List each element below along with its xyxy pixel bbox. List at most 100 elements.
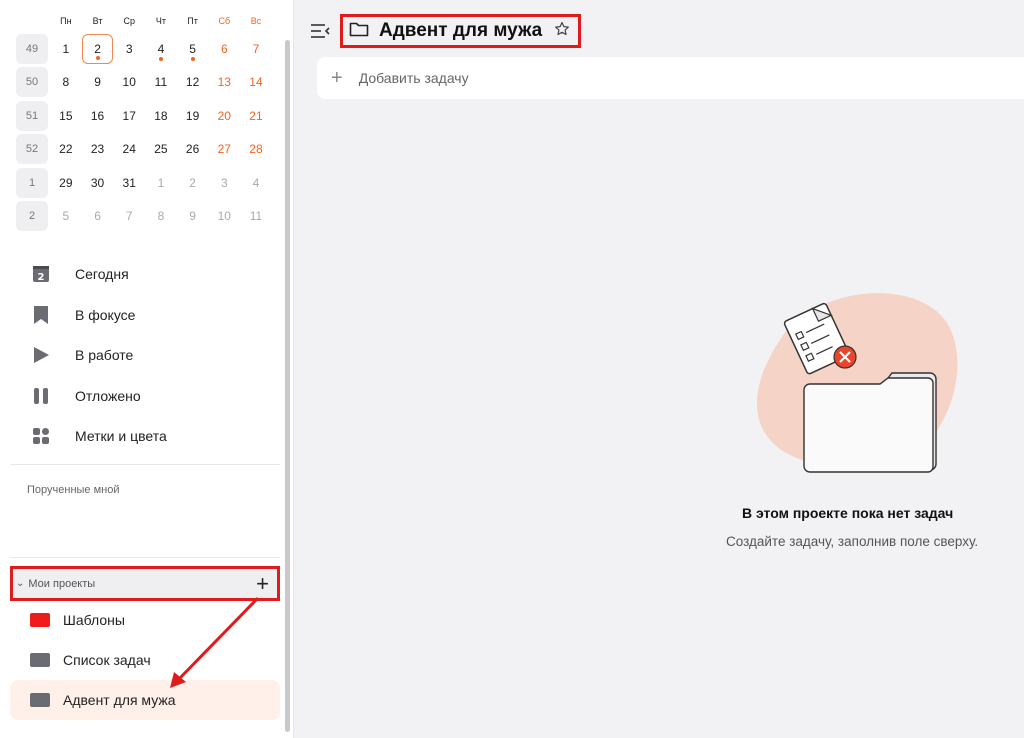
- calendar-day[interactable]: 20: [208, 101, 240, 131]
- empty-state-subtitle: Создайте задачу, заполнив поле сверху.: [726, 534, 979, 549]
- calendar-day[interactable]: 6: [208, 34, 240, 64]
- calendar-day[interactable]: 1: [145, 168, 177, 198]
- calendar-day-label: 2: [94, 41, 101, 56]
- calendar-day[interactable]: 9: [177, 201, 209, 231]
- nav-item-label: В фокусе: [75, 306, 136, 323]
- calendar-week: 49 1 2 3 4 5 6 7: [16, 32, 276, 66]
- calendar-day[interactable]: 16: [82, 101, 114, 131]
- nav-item-tags[interactable]: Метки и цвета: [18, 416, 278, 457]
- calendar-today-icon: 2: [30, 263, 52, 285]
- project-label: Шаблоны: [63, 612, 125, 628]
- calendar-day[interactable]: 11: [240, 201, 272, 231]
- week-number[interactable]: 50: [16, 67, 48, 98]
- calendar-week: 51 15 16 17 18 19 20 21: [16, 99, 276, 133]
- calendar-day[interactable]: 11: [145, 67, 177, 97]
- nav-item-postponed[interactable]: Отложено: [18, 376, 278, 417]
- calendar-day[interactable]: 26: [177, 134, 209, 164]
- calendar-week: 1 29 30 31 1 2 3 4: [16, 166, 276, 200]
- calendar-day[interactable]: 12: [177, 67, 209, 97]
- weekday-label: Сб: [218, 16, 231, 26]
- calendar-week: 2 5 6 7 8 9 10 11: [16, 200, 276, 234]
- calendar-day[interactable]: 23: [82, 134, 114, 164]
- nav-item-today[interactable]: 2 Сегодня: [18, 254, 278, 295]
- nav-item-in-progress[interactable]: В работе: [18, 335, 278, 376]
- folder-icon: [30, 613, 50, 627]
- empty-project-illustration: [756, 293, 958, 473]
- calendar-day[interactable]: 10: [208, 201, 240, 231]
- calendar-day[interactable]: 2: [177, 168, 209, 198]
- calendar-day[interactable]: 5: [177, 34, 209, 64]
- calendar-day-today[interactable]: 2: [81, 33, 114, 64]
- calendar-day-label: 5: [189, 41, 196, 56]
- chevron-down-icon[interactable]: ⌄: [16, 578, 24, 589]
- week-number[interactable]: 2: [16, 201, 48, 232]
- calendar-day[interactable]: 7: [240, 34, 272, 64]
- calendar-day[interactable]: 3: [113, 34, 145, 64]
- bookmark-icon: [30, 304, 52, 326]
- calendar-day[interactable]: 24: [113, 134, 145, 164]
- calendar-day[interactable]: 27: [208, 134, 240, 164]
- week-number[interactable]: 52: [16, 134, 48, 165]
- calendar-day[interactable]: 8: [145, 201, 177, 231]
- calendar-day[interactable]: 15: [50, 101, 82, 131]
- folder-icon: [30, 653, 50, 667]
- svg-text:2: 2: [38, 272, 45, 283]
- sidebar-scrollbar[interactable]: [285, 40, 290, 732]
- project-label: Список задач: [63, 652, 151, 668]
- calendar-day[interactable]: 19: [177, 101, 209, 131]
- nav-item-label: Отложено: [75, 387, 141, 404]
- calendar-day[interactable]: 18: [145, 101, 177, 131]
- calendar-day[interactable]: 29: [50, 168, 82, 198]
- project-item-templates[interactable]: Шаблоны: [10, 600, 280, 640]
- folder-icon: [349, 21, 369, 42]
- calendar-day[interactable]: 10: [113, 67, 145, 97]
- star-icon[interactable]: [554, 21, 570, 42]
- add-project-button[interactable]: +: [256, 572, 269, 595]
- nav-item-label: Сегодня: [75, 266, 129, 283]
- calendar-day[interactable]: 22: [50, 134, 82, 164]
- projects-section-header[interactable]: ⌄ Мои проекты +: [10, 566, 280, 601]
- calendar-day[interactable]: 21: [240, 101, 272, 131]
- sidebar-divider: [10, 464, 280, 465]
- calendar-day[interactable]: 5: [50, 201, 82, 231]
- calendar-day[interactable]: 31: [113, 168, 145, 198]
- calendar-day[interactable]: 9: [82, 67, 114, 97]
- calendar-day[interactable]: 8: [50, 67, 82, 97]
- empty-state-title: В этом проекте пока нет задач: [742, 505, 954, 521]
- plus-icon: +: [331, 66, 343, 89]
- collapse-sidebar-icon[interactable]: [310, 23, 330, 39]
- add-task-input[interactable]: + Добавить задачу: [317, 57, 1024, 99]
- sidebar-nav: 2 Сегодня В фокусе В работе Отложено Мет…: [18, 254, 278, 457]
- project-item-advent[interactable]: Адвент для мужа: [10, 680, 280, 720]
- pause-icon: [30, 385, 52, 407]
- calendar-day[interactable]: 28: [240, 134, 272, 164]
- calendar-day[interactable]: 3: [208, 168, 240, 198]
- weekday-label: Ср: [123, 16, 135, 26]
- projects-section-label: Мои проекты: [28, 577, 96, 590]
- calendar-weekday-header: Пн Вт Ср Чт Пт Сб Вс: [16, 10, 276, 32]
- week-number[interactable]: 49: [16, 33, 48, 64]
- calendar-day[interactable]: 30: [82, 168, 114, 198]
- folder-icon: [30, 693, 50, 707]
- calendar-day[interactable]: 14: [240, 67, 272, 97]
- project-label: Адвент для мужа: [63, 692, 176, 708]
- mini-calendar: Пн Вт Ср Чт Пт Сб Вс 49 1 2 3 4 5 6 7 50…: [16, 10, 276, 233]
- calendar-day[interactable]: 4: [240, 168, 272, 198]
- calendar-day[interactable]: 13: [208, 67, 240, 97]
- week-number[interactable]: 1: [16, 167, 48, 198]
- calendar-day[interactable]: 7: [113, 201, 145, 231]
- calendar-week: 52 22 23 24 25 26 27 28: [16, 133, 276, 167]
- task-dot: [190, 56, 195, 61]
- calendar-day[interactable]: 17: [113, 101, 145, 131]
- play-icon: [30, 344, 52, 366]
- nav-item-focus[interactable]: В фокусе: [18, 295, 278, 336]
- project-header: Адвент для мужа: [310, 14, 582, 48]
- week-number[interactable]: 51: [16, 100, 48, 131]
- weekday-label: Пт: [187, 16, 198, 26]
- calendar-day[interactable]: 6: [82, 201, 114, 231]
- project-item-task-list[interactable]: Список задач: [10, 640, 280, 680]
- calendar-day[interactable]: 25: [145, 134, 177, 164]
- calendar-day[interactable]: 1: [50, 34, 82, 64]
- project-title-box: Адвент для мужа: [340, 14, 582, 48]
- calendar-day[interactable]: 4: [145, 34, 177, 64]
